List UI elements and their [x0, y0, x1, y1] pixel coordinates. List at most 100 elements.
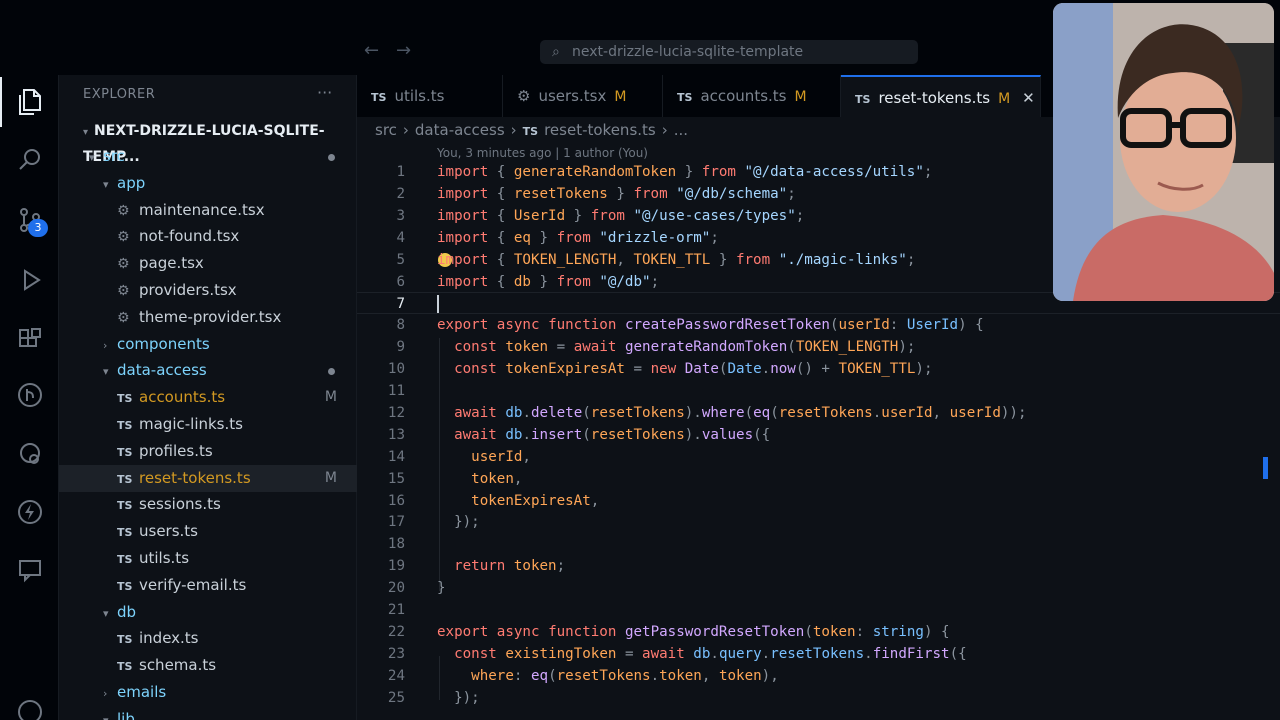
code-text: token,	[437, 468, 522, 490]
code-token: resetTokens	[778, 404, 873, 421]
tab-utils-ts[interactable]: TS utils.ts	[357, 75, 503, 117]
code-line[interactable]: 20}	[357, 577, 1280, 599]
tab-users-tsx[interactable]: ⚙ users.tsx M	[503, 75, 663, 117]
tree-file[interactable]: TS magic-links.ts	[59, 411, 357, 438]
tree-folder[interactable]: ▾ src	[59, 143, 357, 170]
code-token: }	[437, 580, 446, 597]
tree-file[interactable]: TS schema.ts	[59, 652, 357, 679]
close-icon[interactable]: ✕	[1022, 89, 1035, 107]
code-token: {	[488, 207, 514, 224]
tree-folder[interactable]: › components	[59, 331, 357, 358]
line-number: 1	[396, 164, 405, 180]
code-token: ).	[684, 404, 702, 421]
line-number: 9	[396, 339, 405, 356]
tree-file[interactable]: TS profiles.ts	[59, 438, 357, 465]
code-token: userId	[471, 448, 523, 465]
tree-file[interactable]: TS index.ts	[59, 625, 357, 652]
search-icon[interactable]	[0, 135, 59, 185]
tree-file[interactable]: TS accounts.ts M	[59, 384, 357, 411]
back-arrow-icon[interactable]: ←	[364, 40, 379, 61]
tree-folder[interactable]: ▾ db	[59, 599, 357, 626]
scrollbar-position-marker[interactable]	[1263, 457, 1268, 479]
code-line[interactable]: 10 const tokenExpiresAt = new Date(Date.…	[357, 358, 1280, 380]
tree-folder[interactable]: › emails	[59, 679, 357, 706]
workspace-root-folder[interactable]: ▾ NEXT-DRIZZLE-LUCIA-SQLITE-TEMP...	[59, 119, 357, 165]
code-token: .	[761, 361, 771, 378]
accounts-icon[interactable]	[0, 687, 59, 720]
tree-file[interactable]: ⚙ theme-provider.tsx	[59, 304, 357, 331]
code-text: where: eq(resetTokens.token, token),	[437, 665, 779, 687]
tab-accounts-ts[interactable]: TS accounts.ts M	[663, 75, 841, 117]
code-token: TOKEN_LENGTH	[795, 339, 899, 356]
code-line[interactable]: 19 return token;	[357, 555, 1280, 577]
tree-file[interactable]: TS reset-tokens.ts M	[59, 464, 357, 492]
code-token: .	[761, 645, 771, 662]
tree-file[interactable]: TS users.ts	[59, 518, 357, 545]
tree-file[interactable]: TS utils.ts	[59, 545, 357, 572]
explorer-sidebar: EXPLORER ··· ▾ NEXT-DRIZZLE-LUCIA-SQLITE-…	[59, 75, 357, 720]
code-line[interactable]: 17 });	[357, 511, 1280, 533]
git-blame-codelens[interactable]: You, 3 minutes ago | 1 author (You)	[437, 146, 648, 160]
breadcrumb-symbol[interactable]: ...	[674, 121, 688, 139]
run-debug-icon[interactable]	[0, 255, 59, 305]
code-line[interactable]: 9 const token = await generateRandomToke…	[357, 336, 1280, 358]
code-line[interactable]: 13 await db.insert(resetTokens).values({	[357, 424, 1280, 446]
tree-folder[interactable]: ▾ app	[59, 170, 357, 197]
code-line[interactable]: 23 const existingToken = await db.query.…	[357, 643, 1280, 665]
code-token: .	[864, 645, 873, 662]
source-control-icon[interactable]: 3	[0, 195, 59, 245]
tree-file[interactable]: ⚙ maintenance.tsx	[59, 197, 357, 224]
tree-folder[interactable]: ▾lib	[59, 706, 357, 720]
tree-item-label: verify-email.ts	[139, 575, 247, 594]
comments-icon[interactable]	[0, 545, 59, 595]
code-token: delete	[531, 404, 583, 421]
code-line[interactable]: 21	[357, 599, 1280, 621]
tree-file[interactable]: ⚙ not-found.tsx	[59, 223, 357, 250]
code-token: (	[829, 317, 839, 334]
thunder-client-icon[interactable]	[0, 487, 59, 537]
breadcrumb-data-access[interactable]: data-access	[415, 121, 505, 139]
git-graph-icon[interactable]	[0, 370, 59, 420]
code-token: (	[744, 404, 754, 421]
code-token: const	[454, 645, 497, 662]
code-line[interactable]: 18	[357, 533, 1280, 555]
extensions-icon[interactable]	[0, 315, 59, 365]
tree-file[interactable]: ⚙ page.tsx	[59, 250, 357, 277]
code-line[interactable]: 22 export async function getPasswordReset…	[357, 621, 1280, 643]
code-token: tokenExpiresAt	[471, 492, 591, 509]
tree-item-label: magic-links.ts	[139, 415, 243, 433]
tree-folder[interactable]: ▾ data-access	[59, 357, 357, 384]
line-number: 17	[387, 514, 405, 531]
code-line[interactable]: 24 where: eq(resetTokens.token, token),	[357, 665, 1280, 687]
breadcrumb-file[interactable]: reset-tokens.ts	[544, 121, 656, 139]
code-token: :	[855, 623, 873, 640]
code-line[interactable]: 11	[357, 380, 1280, 402]
tree-item-label: utils.ts	[139, 549, 190, 567]
explorer-icon[interactable]	[0, 77, 59, 127]
more-actions-icon[interactable]: ···	[317, 83, 332, 102]
tree-file[interactable]: TS sessions.ts	[59, 491, 357, 518]
code-line[interactable]: 8 export async function createPasswordRes…	[357, 314, 1280, 336]
tab-reset-tokens-ts[interactable]: TS reset-tokens.ts M ✕	[841, 75, 1041, 117]
code-line[interactable]: 15 token,	[357, 468, 1280, 490]
code-line[interactable]: 25 });	[357, 687, 1280, 709]
code-token: eq	[753, 404, 771, 421]
code-token: await	[573, 339, 617, 356]
command-center-search[interactable]: ⌕ next-drizzle-lucia-sqlite-template	[540, 40, 918, 64]
code-line[interactable]: 12 await db.delete(resetTokens).where(eq…	[357, 402, 1280, 424]
code-line[interactable]: 14 userId,	[357, 446, 1280, 468]
tree-file[interactable]: ⚙ providers.tsx	[59, 277, 357, 304]
forward-arrow-icon[interactable]: →	[396, 40, 411, 61]
line-number: 13	[387, 426, 405, 443]
code-line[interactable]: 16 tokenExpiresAt,	[357, 490, 1280, 512]
code-token: export	[437, 623, 489, 640]
tree-file[interactable]: TS verify-email.ts	[59, 572, 357, 599]
tree-item-label: accounts.ts	[139, 388, 226, 407]
tree-item-label: app	[117, 173, 146, 192]
breadcrumb-src[interactable]: src	[375, 121, 397, 139]
remote-explorer-icon[interactable]	[0, 430, 59, 480]
code-token: TOKEN_TTL	[838, 361, 916, 378]
code-token: resetTokens	[513, 185, 608, 202]
